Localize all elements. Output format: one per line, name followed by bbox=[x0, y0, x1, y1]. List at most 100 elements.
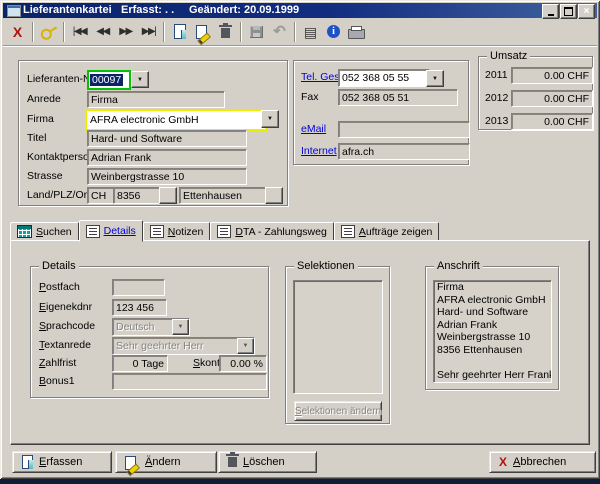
toolbar: X |◀◀ ◀◀ ▶▶ ▶▶| ↶ ▤ i bbox=[3, 18, 597, 46]
delete-record-button[interactable] bbox=[214, 21, 237, 43]
land-plz-ort-label: Land/PLZ/Ort bbox=[27, 189, 90, 201]
edit-record-button[interactable] bbox=[191, 21, 214, 43]
internet-field[interactable]: afra.ch bbox=[338, 143, 470, 160]
address-line bbox=[434, 356, 551, 369]
selektionen-listbox[interactable] bbox=[293, 280, 383, 394]
abbrechen-button[interactable]: X Abbrechen bbox=[489, 451, 596, 473]
trash-icon bbox=[221, 28, 230, 38]
selektionen-title: Selektionen bbox=[294, 260, 358, 272]
address-line: Firma bbox=[434, 281, 551, 294]
skonto-field[interactable]: 0.00 % bbox=[219, 355, 267, 372]
titel-label: Titel bbox=[27, 132, 46, 144]
email-link[interactable]: eMail bbox=[301, 123, 326, 135]
fax-field[interactable]: 052 368 05 51 bbox=[338, 89, 458, 106]
zahlfrist-label: Zahlfrist bbox=[39, 357, 76, 369]
firma-field[interactable]: AFRA electronic GmbH bbox=[85, 109, 267, 131]
undo-arrow-icon: ↶ bbox=[273, 24, 286, 39]
info-button[interactable]: i bbox=[322, 21, 345, 43]
tab-suchen[interactable]: Suchen bbox=[10, 222, 79, 241]
toolbar-separator bbox=[163, 22, 165, 42]
next-record-button[interactable]: ▶▶ bbox=[114, 21, 137, 43]
plz-lookup-button[interactable] bbox=[159, 187, 177, 204]
titel-field[interactable]: Hard- und Software bbox=[87, 130, 247, 147]
cancel-x-icon: X bbox=[499, 456, 507, 468]
lieferanten-nr-dropdown[interactable]: ▼ bbox=[131, 71, 149, 88]
cancel-button[interactable]: X bbox=[6, 21, 29, 43]
trash-icon bbox=[228, 457, 237, 467]
lieferanten-nr-value: 00097 bbox=[90, 74, 123, 86]
tab-notizen-label: Notizen bbox=[168, 226, 204, 238]
previous-record-button[interactable]: ◀◀ bbox=[91, 21, 114, 43]
tab-details-label: Details bbox=[104, 225, 136, 237]
bonus1-field[interactable] bbox=[112, 373, 267, 390]
toolbar-separator bbox=[32, 22, 34, 42]
dropdown-arrow-icon: ▼ bbox=[267, 116, 273, 122]
toolbar-separator bbox=[294, 22, 296, 42]
new-record-button[interactable] bbox=[168, 21, 191, 43]
address-line: Adrian Frank bbox=[434, 319, 551, 332]
aendern-button[interactable]: Ändern bbox=[115, 451, 217, 473]
postfach-field[interactable] bbox=[112, 279, 165, 296]
maximize-icon bbox=[564, 7, 573, 16]
textanrede-combo: Sehr geehrter Herr ▼ bbox=[112, 337, 255, 355]
loeschen-button[interactable]: Löschen bbox=[218, 451, 317, 473]
internet-link[interactable]: Internet bbox=[301, 145, 337, 157]
tab-bar: Suchen Details Notizen DTA - Zahlungsweg… bbox=[10, 221, 439, 241]
anschrift-text-box: Firma AFRA electronic GmbH Hard- und Sof… bbox=[433, 280, 552, 383]
minimize-button[interactable] bbox=[542, 4, 559, 19]
anrede-field[interactable]: Firma bbox=[87, 91, 225, 108]
tab-auftraege-label: Aufträge zeigen bbox=[359, 226, 433, 238]
document-icon bbox=[341, 225, 355, 238]
tab-dta-zahlungsweg[interactable]: DTA - Zahlungsweg bbox=[210, 222, 333, 241]
zahlfrist-field[interactable]: 0 Tage bbox=[112, 355, 168, 372]
umsatz-value-field: 0.00 CHF bbox=[511, 90, 593, 107]
email-field[interactable] bbox=[338, 121, 470, 138]
postfach-label: Postfach bbox=[39, 281, 80, 293]
ort-field[interactable]: Ettenhausen bbox=[179, 187, 269, 204]
tel-geschaeft-field[interactable]: 052 368 05 55 bbox=[338, 69, 430, 87]
report-list-icon: ▤ bbox=[304, 25, 317, 39]
new-document-icon bbox=[174, 24, 186, 39]
sprachcode-combo: Deutsch ▼ bbox=[112, 318, 190, 336]
dropdown-arrow-icon: ▼ bbox=[237, 338, 254, 354]
sprachcode-value: Deutsch bbox=[113, 321, 172, 333]
window-controls: × bbox=[542, 4, 595, 19]
kontaktperson-field[interactable]: Adrian Frank bbox=[87, 149, 247, 166]
report-button[interactable]: ▤ bbox=[299, 21, 322, 43]
anschrift-title: Anschrift bbox=[434, 260, 483, 272]
contact-group: Tel. Geschäft 052 368 05 55 ▼ Fax 052 36… bbox=[293, 60, 469, 165]
erfassen-button[interactable]: Erfassen bbox=[12, 451, 112, 473]
ort-lookup-button[interactable] bbox=[265, 187, 283, 204]
strasse-field[interactable]: Weinbergstrasse 10 bbox=[87, 168, 247, 185]
toolbar-separator bbox=[240, 22, 242, 42]
firma-label: Firma bbox=[27, 113, 54, 125]
address-line: AFRA electronic GmbH bbox=[434, 294, 551, 307]
eigenekdnr-field[interactable]: 123 456 bbox=[112, 299, 167, 316]
abbrechen-label: Abbrechen bbox=[513, 456, 566, 468]
sprachcode-label: Sprachcode bbox=[39, 320, 95, 332]
address-line: Weinbergstrasse 10 bbox=[434, 331, 551, 344]
screen: Lieferantenkartei Erfasst: . . Geändert:… bbox=[0, 0, 600, 484]
tab-auftraege-zeigen[interactable]: Aufträge zeigen bbox=[334, 222, 440, 241]
close-icon: × bbox=[584, 7, 590, 17]
last-record-button[interactable]: ▶▶| bbox=[137, 21, 160, 43]
close-button[interactable]: × bbox=[578, 4, 595, 19]
tab-details[interactable]: Details bbox=[79, 220, 143, 242]
plz-field[interactable]: 8356 bbox=[113, 187, 163, 204]
dropdown-arrow-icon: ▼ bbox=[432, 76, 438, 82]
selektionen-aendern-label: Selektionen ändern bbox=[295, 406, 381, 417]
print-button[interactable] bbox=[345, 21, 368, 43]
maximize-button[interactable] bbox=[560, 4, 577, 19]
selektionen-aendern-button: Selektionen ändern bbox=[294, 401, 382, 421]
key-button[interactable] bbox=[37, 21, 60, 43]
first-record-button[interactable]: |◀◀ bbox=[68, 21, 91, 43]
last-record-icon: ▶▶| bbox=[142, 26, 155, 37]
firma-dropdown[interactable]: ▼ bbox=[261, 110, 279, 128]
edit-pencil-icon bbox=[125, 456, 139, 469]
cancel-x-icon: X bbox=[13, 25, 22, 39]
fax-label: Fax bbox=[301, 91, 319, 103]
tel-dropdown[interactable]: ▼ bbox=[426, 70, 444, 87]
tab-notizen[interactable]: Notizen bbox=[143, 222, 211, 241]
lieferanten-nr-field[interactable]: 00097 bbox=[87, 70, 131, 90]
next-record-icon: ▶▶ bbox=[119, 26, 131, 37]
